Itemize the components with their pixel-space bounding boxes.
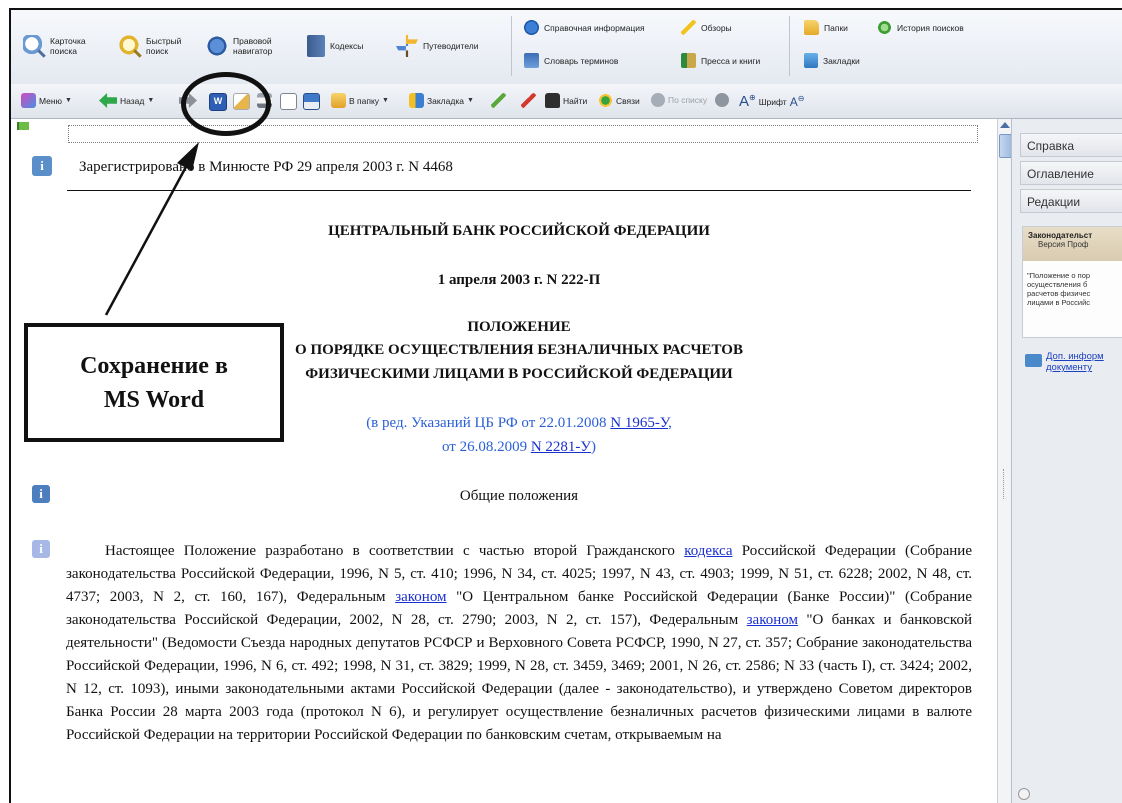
- app-window: Карточка поиска Быстрый поиск Правовой н…: [9, 8, 1122, 803]
- highlight-ellipse: [181, 72, 271, 136]
- annotation-callout: Сохранение в MS Word: [24, 323, 284, 442]
